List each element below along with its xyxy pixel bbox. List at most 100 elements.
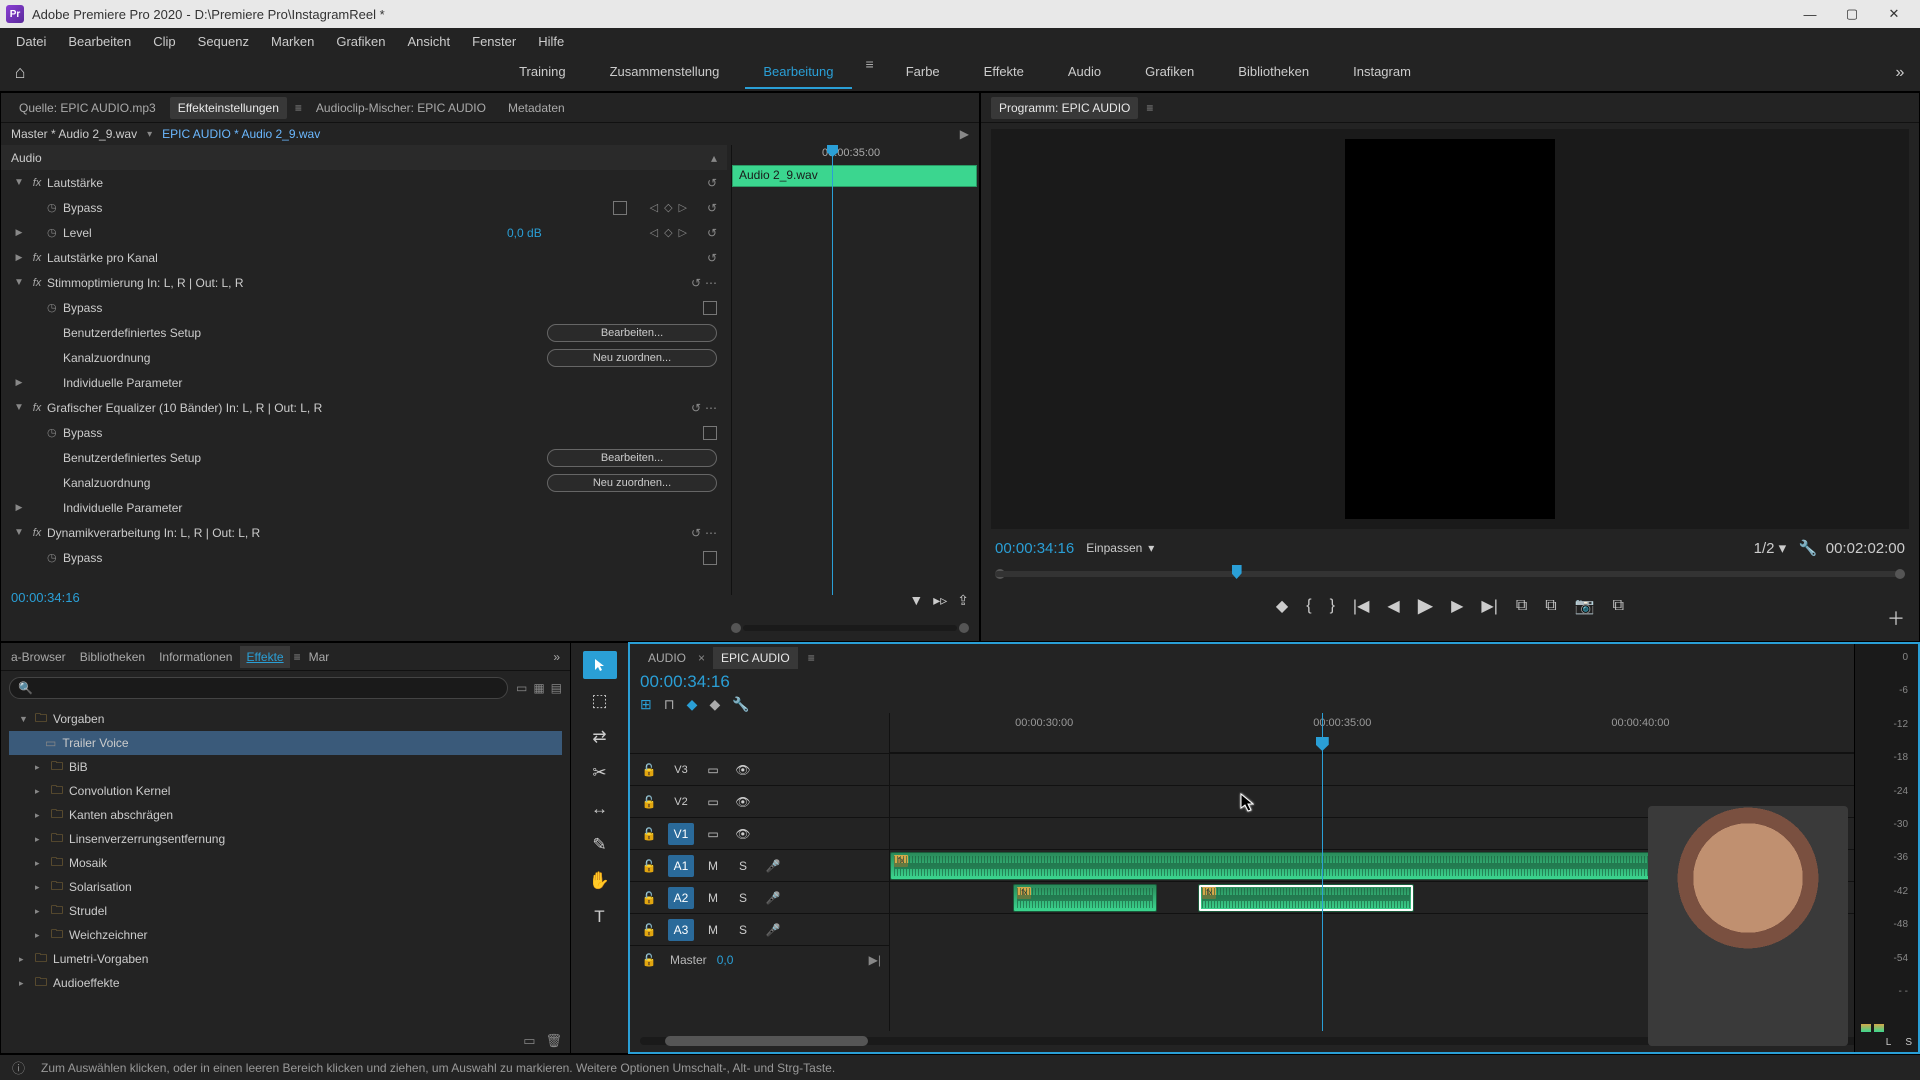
disclosure-icon[interactable]: ▸	[35, 834, 45, 845]
tab-source[interactable]: Quelle: EPIC AUDIO.mp3	[11, 97, 164, 119]
workspace-menu-icon[interactable]: ≡	[860, 56, 880, 89]
step-forward-icon[interactable]: ▶	[1451, 596, 1463, 616]
workspace-farbe[interactable]: Farbe	[888, 56, 958, 89]
menu-grafiken[interactable]: Grafiken	[326, 30, 395, 53]
mute-button[interactable]: M	[702, 887, 724, 909]
fx-badge-icon[interactable]: fx	[27, 527, 47, 539]
disclosure-icon[interactable]: ▸	[35, 762, 45, 773]
home-button[interactable]: ⌂	[0, 54, 40, 92]
sync-lock-icon[interactable]: ▭	[702, 823, 724, 845]
disclosure-icon[interactable]: ▸	[19, 954, 29, 965]
menu-ansicht[interactable]: Ansicht	[397, 30, 460, 53]
razor-tool[interactable]: ✂	[583, 759, 617, 787]
kf-next-icon[interactable]: ▷	[679, 201, 687, 214]
ec-clip-label[interactable]: EPIC AUDIO * Audio 2_9.wav	[162, 127, 320, 141]
reset-icon[interactable]: ↺	[671, 276, 701, 290]
toggle-track-output-icon[interactable]: 👁	[732, 759, 754, 781]
skip-icon[interactable]: ▶|	[869, 953, 881, 967]
timeline-timecode[interactable]: 00:00:34:16	[640, 672, 750, 692]
eq-disclosure[interactable]: ▼	[11, 402, 27, 413]
fx-badge-icon[interactable]: fx	[27, 277, 47, 289]
audio-clip-a2-2-selected[interactable]: fx	[1198, 884, 1414, 912]
kf-prev-icon[interactable]: ◁	[650, 201, 658, 214]
fx-lumetri[interactable]: Lumetri-Vorgaben	[53, 952, 148, 966]
kf-add-icon[interactable]: ◇	[664, 226, 672, 239]
lock-icon[interactable]: 🔓	[638, 759, 660, 781]
track-a2[interactable]: A2	[668, 887, 694, 909]
more-icon[interactable]: ⋯	[705, 276, 717, 290]
fx-weich[interactable]: Weichzeichner	[69, 928, 147, 942]
settings-icon[interactable]: 🔧	[1799, 540, 1818, 557]
voice-map-button[interactable]: Neu zuordnen...	[547, 349, 717, 367]
comparison-icon[interactable]: ⧉	[1613, 597, 1624, 615]
extract-icon[interactable]: ⧉	[1545, 597, 1556, 615]
pen-tool[interactable]: ✎	[583, 831, 617, 859]
track-a3[interactable]: A3	[668, 919, 694, 941]
tab-media-browser[interactable]: a-Browser	[5, 646, 72, 668]
goto-in-icon[interactable]: |◀	[1353, 596, 1369, 616]
program-canvas[interactable]	[991, 129, 1909, 529]
program-zoom-dropdown[interactable]: 1/2 ▾	[1754, 540, 1787, 557]
button-editor-plus-icon[interactable]: ＋	[1887, 605, 1905, 631]
fx-linsen[interactable]: Linsenverzerrungsentfernung	[69, 832, 225, 846]
master-value[interactable]: 0,0	[717, 953, 734, 967]
selection-tool[interactable]	[583, 651, 617, 679]
menu-bearbeiten[interactable]: Bearbeiten	[58, 30, 141, 53]
disclosure-icon[interactable]: ▸	[35, 930, 45, 941]
lock-icon[interactable]: 🔓	[638, 919, 660, 941]
type-tool[interactable]: T	[583, 903, 617, 931]
reset-icon[interactable]: ↺	[687, 251, 717, 265]
snap-icon[interactable]: ⊓	[664, 696, 675, 713]
menu-datei[interactable]: Datei	[6, 30, 56, 53]
menu-sequenz[interactable]: Sequenz	[188, 30, 259, 53]
lock-icon[interactable]: 🔓	[638, 791, 660, 813]
ec-play-icon[interactable]: ▶	[960, 127, 969, 141]
solo-button[interactable]: S	[732, 887, 754, 909]
more-icon[interactable]: ⋯	[705, 401, 717, 415]
menu-marken[interactable]: Marken	[261, 30, 324, 53]
panel-menu-icon[interactable]: ≡	[808, 651, 815, 665]
reset-icon[interactable]: ↺	[671, 526, 701, 540]
close-button[interactable]: ✕	[1874, 2, 1914, 26]
disclosure-icon[interactable]: ▸	[19, 978, 29, 989]
play-only-icon[interactable]: ▸▹	[933, 592, 947, 609]
track-v2[interactable]: V2	[668, 796, 694, 808]
ec-playhead[interactable]	[832, 145, 833, 595]
reset-icon[interactable]: ↺	[687, 176, 717, 190]
panel-menu-icon[interactable]: ≡	[295, 101, 302, 115]
kf-next-icon[interactable]: ▷	[679, 226, 687, 239]
mute-button[interactable]: M	[702, 919, 724, 941]
ripple-edit-tool[interactable]: ⇄	[583, 723, 617, 751]
fx-solar[interactable]: Solarisation	[69, 880, 132, 894]
lock-icon[interactable]: 🔓	[638, 949, 660, 971]
fx-mosaik[interactable]: Mosaik	[69, 856, 107, 870]
add-marker-icon[interactable]: ◆	[1276, 596, 1288, 616]
menu-fenster[interactable]: Fenster	[462, 30, 526, 53]
disclosure-icon[interactable]: ▸	[35, 882, 45, 893]
level-disclosure[interactable]: ▶	[11, 227, 27, 238]
eq-setup-button[interactable]: Bearbeiten...	[547, 449, 717, 467]
menu-hilfe[interactable]: Hilfe	[528, 30, 574, 53]
tabs-overflow-icon[interactable]: »	[547, 650, 566, 664]
track-a1[interactable]: A1	[668, 855, 694, 877]
panel-menu-icon[interactable]: ≡	[294, 650, 301, 664]
ec-zoom-handle-right[interactable]	[959, 623, 969, 633]
fx-yuv-filter-icon[interactable]: ▤	[551, 681, 562, 695]
voice-over-icon[interactable]: 🎤	[762, 919, 784, 941]
disclosure-icon[interactable]: ▸	[35, 858, 45, 869]
lock-icon[interactable]: 🔓	[638, 823, 660, 845]
workspace-audio[interactable]: Audio	[1050, 56, 1119, 89]
eq-params-disclosure[interactable]: ▶	[11, 502, 27, 513]
fx-audioeff[interactable]: Audioeffekte	[53, 976, 120, 990]
tab-metadata[interactable]: Metadaten	[500, 97, 573, 119]
kf-add-icon[interactable]: ◇	[664, 201, 672, 214]
export-frame-icon[interactable]: ⇪	[957, 592, 969, 609]
workspace-training[interactable]: Training	[501, 56, 583, 89]
dyn-bypass-checkbox[interactable]	[703, 551, 717, 565]
tab-info[interactable]: Informationen	[153, 646, 238, 668]
fx-badge-filter-icon[interactable]: ▭	[516, 681, 527, 695]
eq-bypass-checkbox[interactable]	[703, 426, 717, 440]
collapse-icon[interactable]: ▴	[687, 151, 717, 165]
play-button[interactable]: ▶	[1418, 593, 1433, 618]
ec-master-label[interactable]: Master * Audio 2_9.wav	[11, 127, 137, 141]
